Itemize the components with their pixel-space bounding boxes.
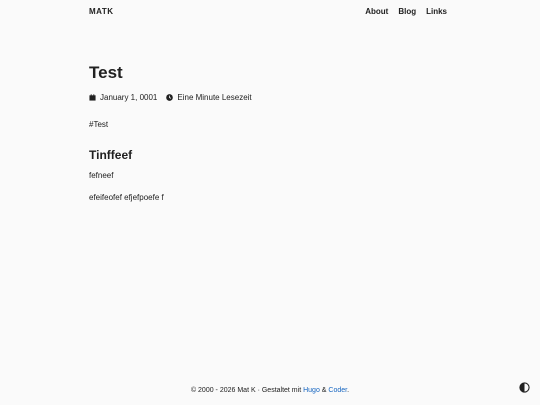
navigation-bar: MATK About Blog Links xyxy=(89,0,447,22)
post-tag: #Test xyxy=(89,120,109,129)
footer-period: . xyxy=(347,387,350,394)
calendar-icon xyxy=(89,93,96,101)
clock-icon xyxy=(166,93,174,101)
footer-coder-link[interactable]: Coder xyxy=(328,387,347,394)
post-reading-time: Eine Minute Lesezeit xyxy=(166,92,252,102)
post-title: Test xyxy=(89,63,123,82)
page: MATK About Blog Links Test January 1, 00… xyxy=(0,0,540,405)
post-meta: January 1, 0001 Eine Minute Lesezeit xyxy=(89,91,449,103)
nav-menu: About Blog Links xyxy=(365,7,447,16)
contrast-icon xyxy=(519,382,530,393)
site-footer: © 2000 - 2026 Mat K · Gestaltet mit Hugo… xyxy=(0,386,540,396)
post-content: Test January 1, 0001 Eine Minute Lesezei… xyxy=(89,60,449,204)
post-reading-time-text: Eine Minute Lesezeit xyxy=(177,92,252,102)
post-paragraph: efeifeofef efjefpoefe f xyxy=(89,193,164,202)
site-brand-link[interactable]: MATK xyxy=(89,7,114,16)
nav-item-links[interactable]: Links xyxy=(426,7,447,16)
footer-hugo-link[interactable]: Hugo xyxy=(303,387,320,394)
nav-item-about[interactable]: About xyxy=(365,7,388,16)
post-section-heading: Tinffeef xyxy=(89,148,133,162)
post-date: January 1, 0001 xyxy=(89,93,157,102)
theme-toggle-button[interactable] xyxy=(519,382,530,393)
post-paragraph: fefneef xyxy=(89,171,114,180)
post-date-text: January 1, 0001 xyxy=(100,92,158,102)
footer-ampersand: & xyxy=(321,387,327,394)
footer-copyright: © 2000 - 2026 Mat K · Gestaltet mit xyxy=(190,387,302,394)
nav-item-blog[interactable]: Blog xyxy=(398,7,416,16)
